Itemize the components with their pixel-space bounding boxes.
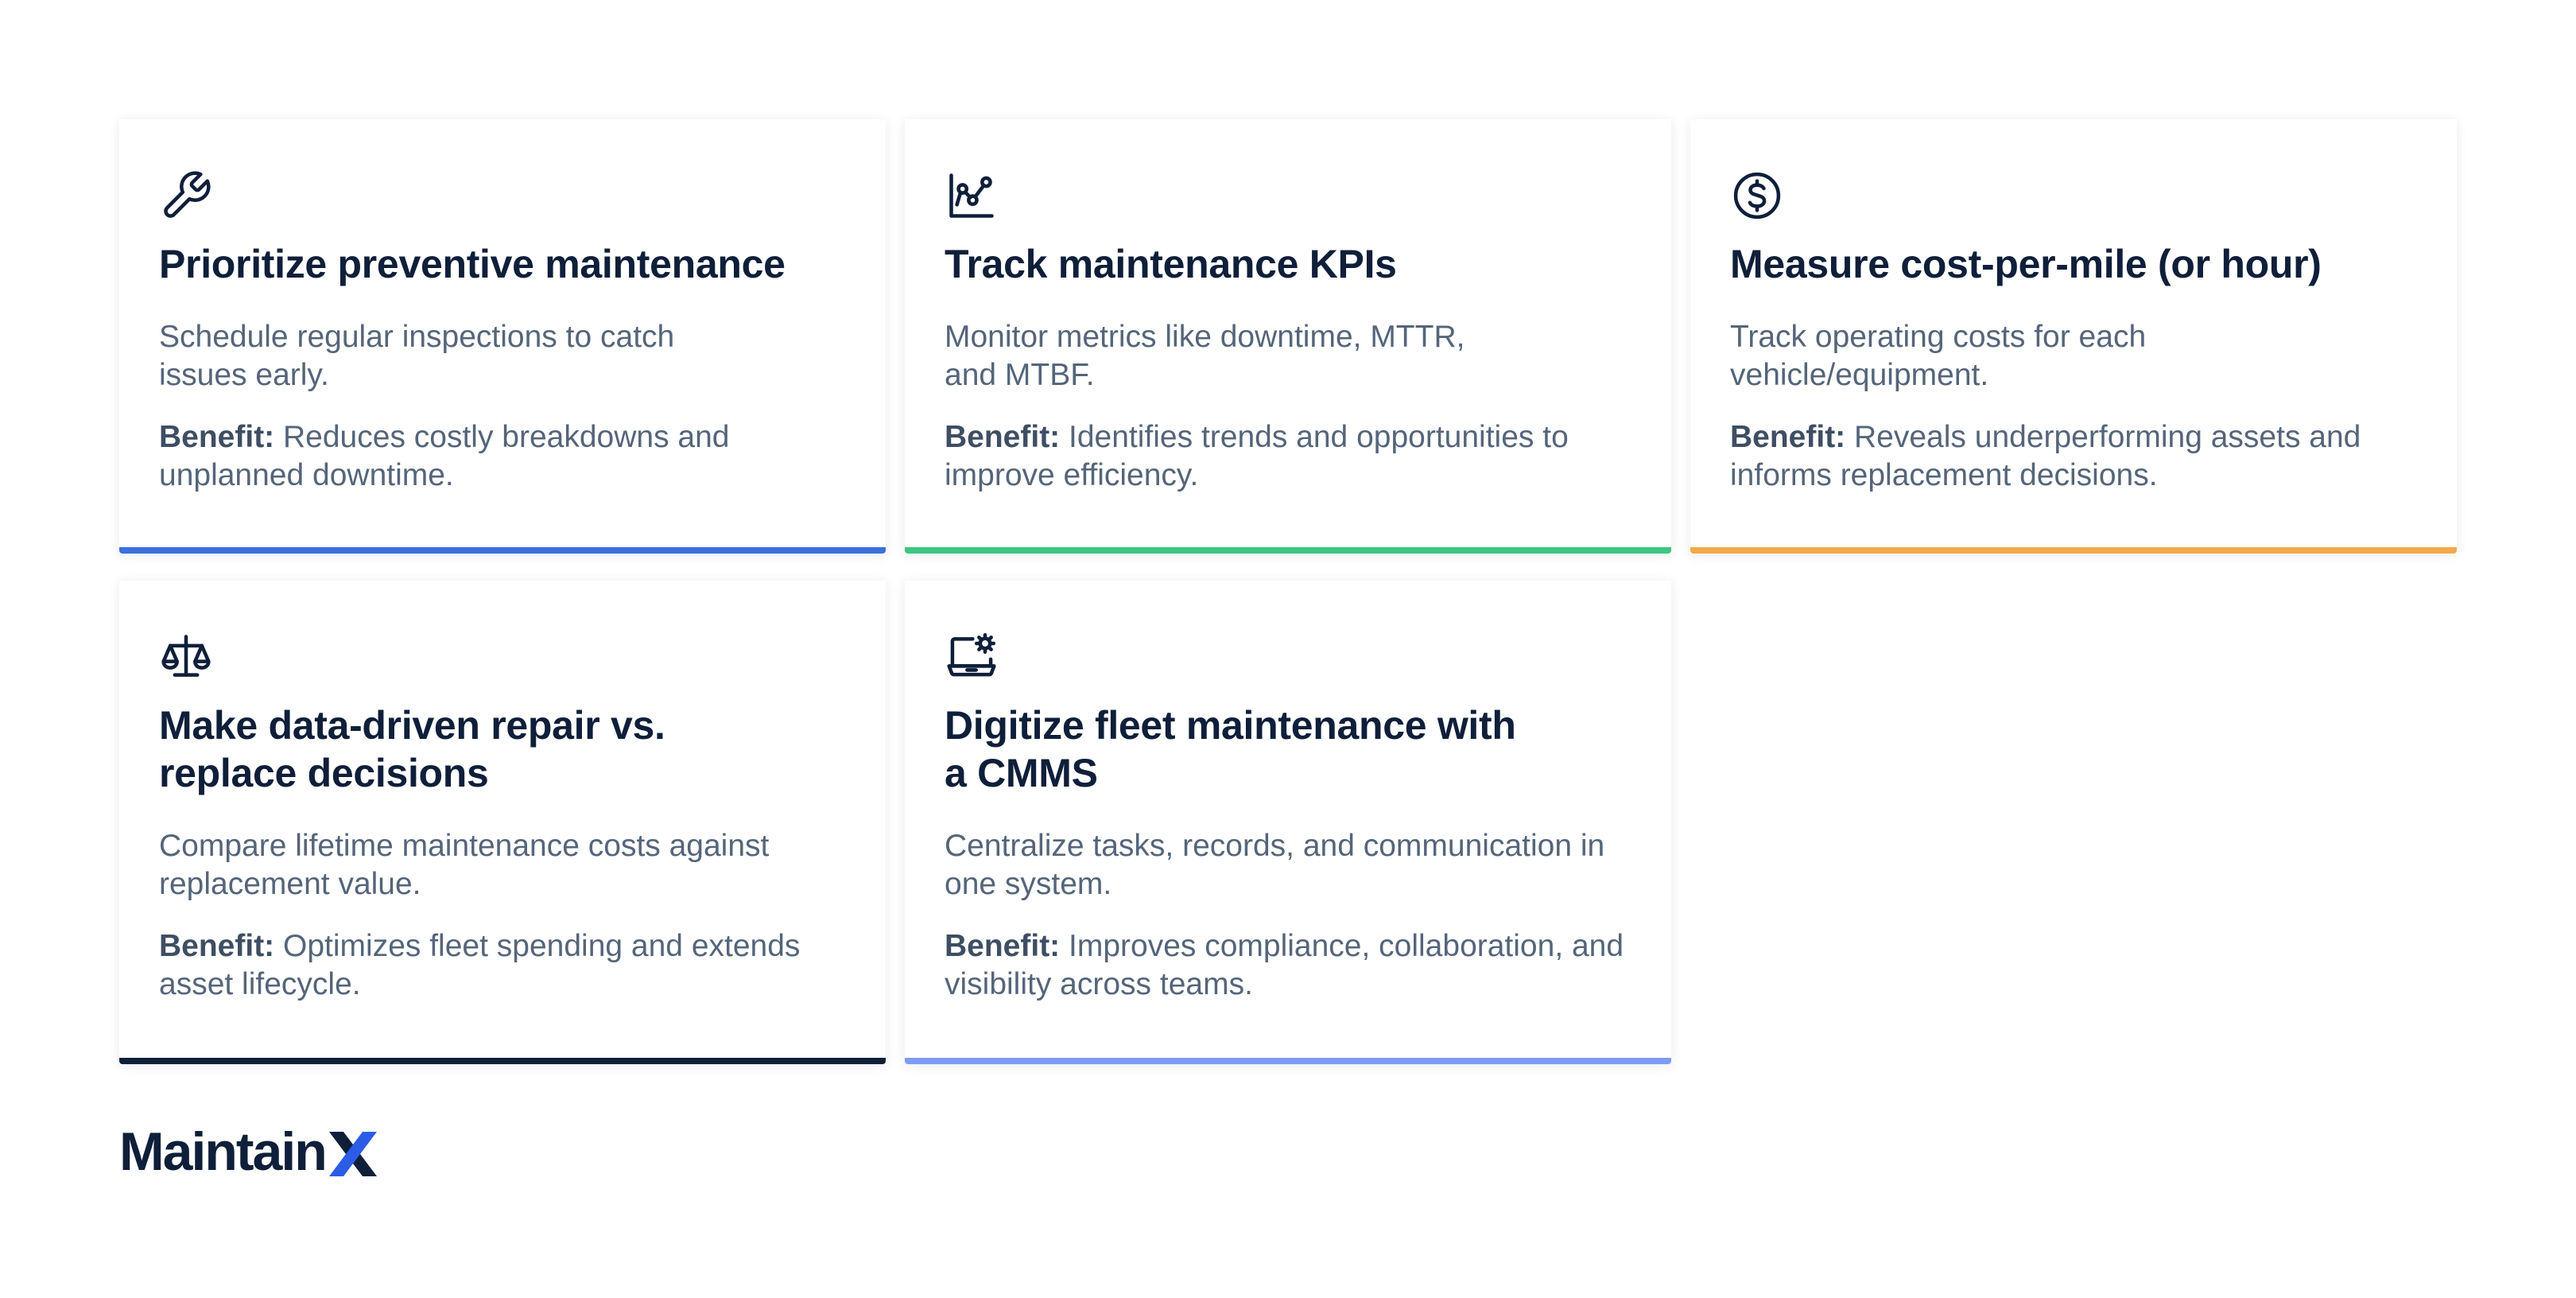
card-preventive-maintenance: Prioritize preventive maintenance Schedu… bbox=[119, 119, 886, 554]
card-description: Monitor metrics like downtime, MTTR, and… bbox=[945, 320, 1465, 392]
scales-icon bbox=[159, 630, 213, 684]
card-benefit: Benefit: Optimizes fleet spending and ex… bbox=[159, 927, 846, 1004]
card-title: Digitize fleet maintenance with a CMMS bbox=[945, 703, 1516, 795]
card-title: Measure cost-per-mile (or hour) bbox=[1730, 242, 2322, 286]
logo-wordmark: Maintain bbox=[119, 1121, 328, 1182]
card-accent-bar bbox=[905, 1058, 1671, 1064]
benefit-label: Benefit: bbox=[159, 929, 275, 963]
chart-line-icon bbox=[945, 169, 999, 223]
benefit-label: Benefit: bbox=[945, 420, 1061, 454]
card-benefit: Benefit: Reveals underperforming assets … bbox=[1730, 418, 2417, 495]
maintainx-logo: Maintain bbox=[119, 1120, 378, 1183]
card-title: Track maintenance KPIs bbox=[945, 242, 1397, 286]
benefit-label: Benefit: bbox=[159, 420, 275, 454]
card-track-kpis: Track maintenance KPIs Monitor metrics l… bbox=[905, 119, 1671, 554]
card-description: Track operating costs for each vehicle/e… bbox=[1730, 320, 2147, 392]
laptop-gear-icon bbox=[945, 630, 999, 684]
benefit-label: Benefit: bbox=[945, 929, 1061, 963]
card-digitize-cmms: Digitize fleet maintenance with a CMMS C… bbox=[905, 581, 1671, 1064]
card-accent-bar bbox=[119, 547, 886, 554]
card-description: Compare lifetime maintenance costs again… bbox=[159, 829, 770, 901]
card-accent-bar bbox=[119, 1058, 886, 1064]
card-accent-bar bbox=[1690, 547, 2457, 554]
card-description: Centralize tasks, records, and communica… bbox=[945, 829, 1605, 901]
card-benefit: Benefit: Improves compliance, collaborat… bbox=[945, 927, 1631, 1004]
card-description: Schedule regular inspections to catch is… bbox=[159, 320, 675, 392]
card-accent-bar bbox=[905, 547, 1671, 554]
wrench-icon bbox=[159, 169, 213, 223]
dollar-circle-icon bbox=[1730, 169, 1784, 223]
page: Prioritize preventive maintenance Schedu… bbox=[0, 0, 2576, 1298]
card-title: Prioritize preventive maintenance bbox=[159, 242, 786, 286]
card-benefit: Benefit: Identifies trends and opportuni… bbox=[945, 418, 1631, 495]
card-benefit: Benefit: Reduces costly breakdowns and u… bbox=[159, 418, 846, 495]
logo-x-mark bbox=[328, 1130, 378, 1178]
card-repair-vs-replace: Make data-driven repair vs. replace deci… bbox=[119, 581, 886, 1064]
card-title: Make data-driven repair vs. replace deci… bbox=[159, 703, 665, 795]
benefit-label: Benefit: bbox=[1730, 420, 1846, 454]
card-cost-per-mile: Measure cost-per-mile (or hour) Track op… bbox=[1690, 119, 2457, 554]
